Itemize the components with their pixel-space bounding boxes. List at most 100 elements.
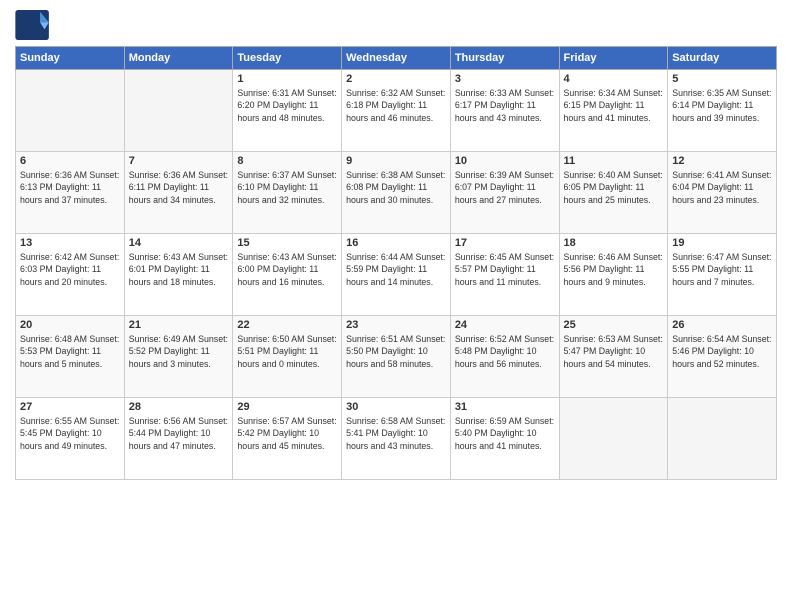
- day-info: Sunrise: 6:39 AM Sunset: 6:07 PM Dayligh…: [455, 169, 555, 206]
- day-info: Sunrise: 6:42 AM Sunset: 6:03 PM Dayligh…: [20, 251, 120, 288]
- day-cell: 22 Sunrise: 6:50 AM Sunset: 5:51 PM Dayli…: [233, 316, 342, 398]
- day-cell: [16, 70, 125, 152]
- day-info: Sunrise: 6:48 AM Sunset: 5:53 PM Dayligh…: [20, 333, 120, 370]
- day-number: 16: [346, 237, 446, 249]
- day-cell: 29 Sunrise: 6:57 AM Sunset: 5:42 PM Dayli…: [233, 398, 342, 480]
- day-cell: 4Sunrise: 6:34 AM Sunset: 6:15 PM Daylig…: [559, 70, 668, 152]
- day-number: 7: [129, 155, 229, 167]
- day-cell: 8 Sunrise: 6:37 AM Sunset: 6:10 PM Daylig…: [233, 152, 342, 234]
- day-cell: 17 Sunrise: 6:45 AM Sunset: 5:57 PM Dayli…: [450, 234, 559, 316]
- day-info: Sunrise: 6:51 AM Sunset: 5:50 PM Dayligh…: [346, 333, 446, 370]
- day-cell: 28 Sunrise: 6:56 AM Sunset: 5:44 PM Dayli…: [124, 398, 233, 480]
- day-info: Sunrise: 6:53 AM Sunset: 5:47 PM Dayligh…: [564, 333, 664, 370]
- logo-icon: [15, 10, 51, 40]
- day-number: 14: [129, 237, 229, 249]
- day-cell: 18Sunrise: 6:46 AM Sunset: 5:56 PM Dayli…: [559, 234, 668, 316]
- day-number: 29: [237, 401, 337, 413]
- day-cell: 2 Sunrise: 6:32 AM Sunset: 6:18 PM Daylig…: [342, 70, 451, 152]
- week-row-1: 1 Sunrise: 6:31 AM Sunset: 6:20 PM Daylig…: [16, 70, 777, 152]
- day-info: Sunrise: 6:41 AM Sunset: 6:04 PM Dayligh…: [672, 169, 772, 206]
- day-cell: 10 Sunrise: 6:39 AM Sunset: 6:07 PM Dayli…: [450, 152, 559, 234]
- day-cell: 30Sunrise: 6:58 AM Sunset: 5:41 PM Dayli…: [342, 398, 451, 480]
- day-info: Sunrise: 6:43 AM Sunset: 6:01 PM Dayligh…: [129, 251, 229, 288]
- day-cell: 20 Sunrise: 6:48 AM Sunset: 5:53 PM Dayli…: [16, 316, 125, 398]
- day-number: 9: [346, 155, 446, 167]
- day-info: Sunrise: 6:56 AM Sunset: 5:44 PM Dayligh…: [129, 415, 229, 452]
- day-info: Sunrise: 6:55 AM Sunset: 5:45 PM Dayligh…: [20, 415, 120, 452]
- day-info: Sunrise: 6:47 AM Sunset: 5:55 PM Dayligh…: [672, 251, 772, 288]
- day-number: 28: [129, 401, 229, 413]
- day-cell: 9 Sunrise: 6:38 AM Sunset: 6:08 PM Daylig…: [342, 152, 451, 234]
- header-cell-sunday: Sunday: [16, 47, 125, 70]
- header-cell-saturday: Saturday: [668, 47, 777, 70]
- day-cell: 31 Sunrise: 6:59 AM Sunset: 5:40 PM Dayli…: [450, 398, 559, 480]
- header-cell-wednesday: Wednesday: [342, 47, 451, 70]
- day-cell: 24 Sunrise: 6:52 AM Sunset: 5:48 PM Dayli…: [450, 316, 559, 398]
- day-info: Sunrise: 6:52 AM Sunset: 5:48 PM Dayligh…: [455, 333, 555, 370]
- day-number: 23: [346, 319, 446, 331]
- header-cell-monday: Monday: [124, 47, 233, 70]
- day-cell: 26 Sunrise: 6:54 AM Sunset: 5:46 PM Dayli…: [668, 316, 777, 398]
- day-number: 31: [455, 401, 555, 413]
- day-info: Sunrise: 6:38 AM Sunset: 6:08 PM Dayligh…: [346, 169, 446, 206]
- day-number: 1: [237, 73, 337, 85]
- day-info: Sunrise: 6:31 AM Sunset: 6:20 PM Dayligh…: [237, 87, 337, 124]
- day-cell: [124, 70, 233, 152]
- day-info: Sunrise: 6:43 AM Sunset: 6:00 PM Dayligh…: [237, 251, 337, 288]
- day-info: Sunrise: 6:45 AM Sunset: 5:57 PM Dayligh…: [455, 251, 555, 288]
- header-cell-thursday: Thursday: [450, 47, 559, 70]
- header-cell-tuesday: Tuesday: [233, 47, 342, 70]
- day-number: 10: [455, 155, 555, 167]
- header-row: SundayMondayTuesdayWednesdayThursdayFrid…: [16, 47, 777, 70]
- calendar-table: SundayMondayTuesdayWednesdayThursdayFrid…: [15, 46, 777, 480]
- day-cell: [668, 398, 777, 480]
- day-cell: 12Sunrise: 6:41 AM Sunset: 6:04 PM Dayli…: [668, 152, 777, 234]
- day-number: 24: [455, 319, 555, 331]
- day-number: 19: [672, 237, 772, 249]
- day-number: 22: [237, 319, 337, 331]
- header: [15, 10, 777, 40]
- day-number: 3: [455, 73, 555, 85]
- day-number: 13: [20, 237, 120, 249]
- day-info: Sunrise: 6:59 AM Sunset: 5:40 PM Dayligh…: [455, 415, 555, 452]
- day-info: Sunrise: 6:33 AM Sunset: 6:17 PM Dayligh…: [455, 87, 555, 124]
- day-number: 26: [672, 319, 772, 331]
- day-cell: 13 Sunrise: 6:42 AM Sunset: 6:03 PM Dayli…: [16, 234, 125, 316]
- day-info: Sunrise: 6:58 AM Sunset: 5:41 PM Dayligh…: [346, 415, 446, 452]
- page: SundayMondayTuesdayWednesdayThursdayFrid…: [0, 0, 792, 612]
- day-info: Sunrise: 6:50 AM Sunset: 5:51 PM Dayligh…: [237, 333, 337, 370]
- day-info: Sunrise: 6:35 AM Sunset: 6:14 PM Dayligh…: [672, 87, 772, 124]
- week-row-4: 20 Sunrise: 6:48 AM Sunset: 5:53 PM Dayli…: [16, 316, 777, 398]
- day-number: 25: [564, 319, 664, 331]
- day-cell: 1 Sunrise: 6:31 AM Sunset: 6:20 PM Daylig…: [233, 70, 342, 152]
- day-info: Sunrise: 6:36 AM Sunset: 6:13 PM Dayligh…: [20, 169, 120, 206]
- day-number: 20: [20, 319, 120, 331]
- day-info: Sunrise: 6:54 AM Sunset: 5:46 PM Dayligh…: [672, 333, 772, 370]
- day-number: 27: [20, 401, 120, 413]
- day-info: Sunrise: 6:37 AM Sunset: 6:10 PM Dayligh…: [237, 169, 337, 206]
- day-info: Sunrise: 6:40 AM Sunset: 6:05 PM Dayligh…: [564, 169, 664, 206]
- day-cell: 16 Sunrise: 6:44 AM Sunset: 5:59 PM Dayli…: [342, 234, 451, 316]
- week-row-3: 13 Sunrise: 6:42 AM Sunset: 6:03 PM Dayli…: [16, 234, 777, 316]
- day-info: Sunrise: 6:57 AM Sunset: 5:42 PM Dayligh…: [237, 415, 337, 452]
- day-number: 2: [346, 73, 446, 85]
- day-number: 5: [672, 73, 772, 85]
- day-cell: 7Sunrise: 6:36 AM Sunset: 6:11 PM Daylig…: [124, 152, 233, 234]
- day-cell: 27 Sunrise: 6:55 AM Sunset: 5:45 PM Dayli…: [16, 398, 125, 480]
- day-number: 4: [564, 73, 664, 85]
- day-number: 8: [237, 155, 337, 167]
- day-number: 21: [129, 319, 229, 331]
- day-info: Sunrise: 6:44 AM Sunset: 5:59 PM Dayligh…: [346, 251, 446, 288]
- day-cell: 5 Sunrise: 6:35 AM Sunset: 6:14 PM Daylig…: [668, 70, 777, 152]
- day-number: 17: [455, 237, 555, 249]
- logo: [15, 10, 55, 40]
- day-number: 11: [564, 155, 664, 167]
- day-number: 18: [564, 237, 664, 249]
- header-cell-friday: Friday: [559, 47, 668, 70]
- day-cell: 23 Sunrise: 6:51 AM Sunset: 5:50 PM Dayli…: [342, 316, 451, 398]
- day-cell: 6Sunrise: 6:36 AM Sunset: 6:13 PM Daylig…: [16, 152, 125, 234]
- day-cell: 11 Sunrise: 6:40 AM Sunset: 6:05 PM Dayli…: [559, 152, 668, 234]
- day-cell: [559, 398, 668, 480]
- day-cell: 3 Sunrise: 6:33 AM Sunset: 6:17 PM Daylig…: [450, 70, 559, 152]
- day-info: Sunrise: 6:32 AM Sunset: 6:18 PM Dayligh…: [346, 87, 446, 124]
